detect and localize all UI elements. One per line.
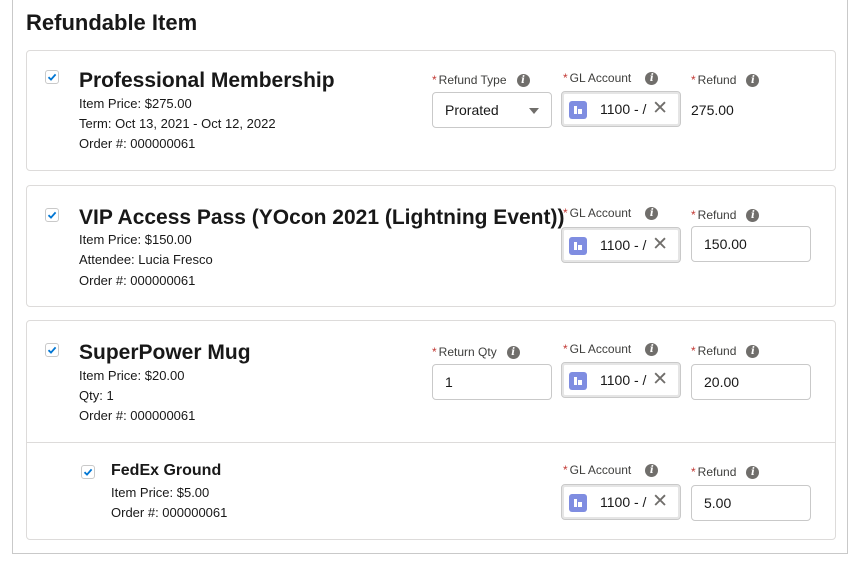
check-icon: [47, 73, 57, 81]
gl-account-icon: [569, 237, 587, 255]
gl-account-label: * GL Account i: [563, 342, 659, 356]
item-3-checkbox[interactable]: [45, 343, 59, 357]
item-1-term: Term: Oct 13, 2021 - Oct 12, 2022: [79, 116, 276, 131]
chevron-down-icon: [529, 108, 539, 114]
close-icon[interactable]: ✕: [652, 98, 668, 120]
info-icon[interactable]: i: [746, 208, 760, 222]
item-2-checkbox[interactable]: [45, 208, 59, 222]
item-1-price: Item Price: $275.00: [79, 96, 192, 111]
item-4-price: Item Price: $5.00: [111, 485, 210, 500]
refund-type-label: * Refund Type i: [432, 73, 530, 87]
return-qty-input[interactable]: 1: [432, 364, 552, 400]
item-2-refund-input[interactable]: 150.00: [691, 226, 811, 262]
gl-account-lookup[interactable]: 1100 - / ✕: [561, 362, 681, 398]
refund-label: * Refund i: [691, 344, 760, 358]
info-icon[interactable]: i: [645, 71, 659, 85]
refund-label: * Refund i: [691, 73, 760, 87]
gl-account-lookup[interactable]: 1100 - / ✕: [561, 91, 681, 127]
info-icon[interactable]: i: [746, 73, 760, 87]
refund-label: * Refund i: [691, 465, 760, 479]
info-icon[interactable]: i: [645, 463, 659, 477]
item-1-checkbox[interactable]: [45, 70, 59, 84]
refund-label: * Refund i: [691, 208, 760, 222]
info-icon[interactable]: i: [645, 342, 659, 356]
item-4-refund-input[interactable]: 5.00: [691, 485, 811, 521]
item-4-order: Order #: 000000061: [111, 505, 228, 520]
info-icon[interactable]: i: [506, 345, 520, 359]
info-icon[interactable]: i: [746, 465, 760, 479]
item-2-price: Item Price: $150.00: [79, 232, 192, 247]
item-3-order: Order #: 000000061: [79, 408, 196, 423]
close-icon[interactable]: ✕: [652, 234, 668, 256]
gl-account-icon: [569, 101, 587, 119]
close-icon[interactable]: ✕: [652, 369, 668, 391]
check-icon: [83, 468, 93, 476]
item-1-refund-amount: 275.00: [691, 102, 734, 118]
close-icon[interactable]: ✕: [652, 491, 668, 513]
check-icon: [47, 346, 57, 354]
item-1-title: Professional Membership: [79, 69, 335, 92]
gl-account-label: * GL Account i: [563, 71, 659, 85]
sub-item-divider: [27, 442, 835, 443]
item-2-title: VIP Access Pass (YOcon 2021 (Lightning E…: [79, 206, 565, 229]
gl-account-icon: [569, 372, 587, 390]
item-1-order: Order #: 000000061: [79, 136, 196, 151]
return-qty-label: * Return Qty i: [432, 345, 520, 359]
item-2-attendee: Attendee: Lucia Fresco: [79, 252, 213, 267]
check-icon: [47, 211, 57, 219]
info-icon[interactable]: i: [645, 206, 659, 220]
gl-account-lookup[interactable]: 1100 - / ✕: [561, 227, 681, 263]
item-4-checkbox[interactable]: [81, 465, 95, 479]
info-icon[interactable]: i: [516, 73, 530, 87]
info-icon[interactable]: i: [746, 344, 760, 358]
item-3-title: SuperPower Mug: [79, 341, 251, 364]
section-heading: Refundable Item: [26, 10, 198, 35]
item-3-price: Item Price: $20.00: [79, 368, 185, 383]
item-2-order: Order #: 000000061: [79, 273, 196, 288]
gl-account-label: * GL Account i: [563, 463, 659, 477]
item-3-qty: Qty: 1: [79, 388, 114, 403]
gl-account-lookup[interactable]: 1100 - / ✕: [561, 484, 681, 520]
gl-account-label: * GL Account i: [563, 206, 659, 220]
gl-account-icon: [569, 494, 587, 512]
item-3-refund-input[interactable]: 20.00: [691, 364, 811, 400]
refund-type-select[interactable]: Prorated: [432, 92, 552, 128]
item-4-title: FedEx Ground: [111, 462, 222, 479]
